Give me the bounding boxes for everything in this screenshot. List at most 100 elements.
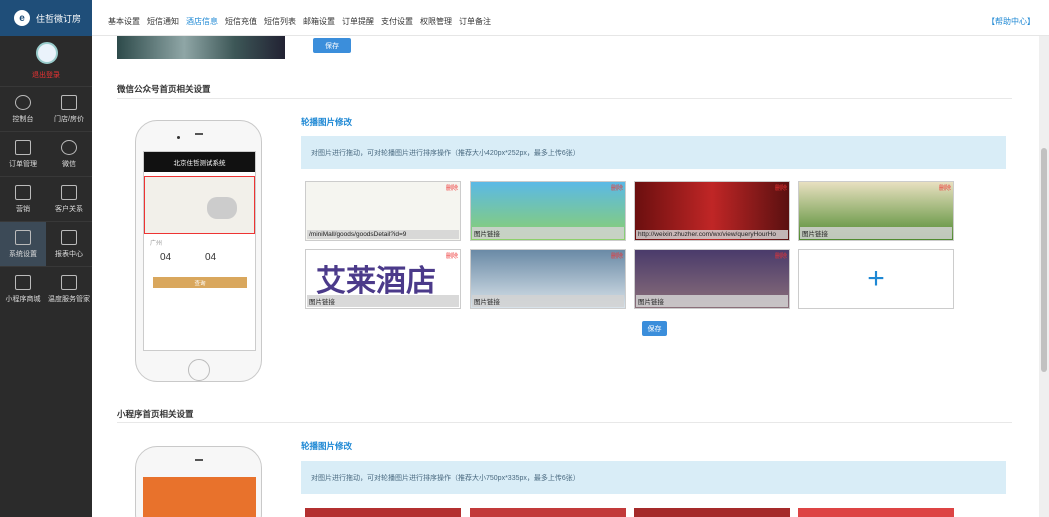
- mini-tile[interactable]: [634, 508, 790, 517]
- user-panel: 退出登录: [0, 36, 92, 86]
- save-button-top[interactable]: 保存: [313, 38, 351, 53]
- sidebar-item-settings[interactable]: 系统设置: [0, 221, 46, 266]
- tab-payment[interactable]: 支付设置: [381, 16, 413, 27]
- delete-link[interactable]: 删除: [446, 183, 458, 192]
- tab-order-notes[interactable]: 订单备注: [459, 16, 491, 27]
- delete-link[interactable]: 删除: [939, 183, 951, 192]
- section-title-wechat: 微信公众号首页相关设置: [117, 84, 211, 94]
- phone-search-button: 查询: [153, 277, 247, 288]
- delete-link[interactable]: 删除: [775, 183, 787, 192]
- sidebar-item-reports[interactable]: 报表中心: [46, 221, 92, 266]
- carousel-tile[interactable]: 删除图片链接: [470, 249, 626, 309]
- sidebar-item-label: 订单管理: [9, 160, 37, 168]
- tile-link-label: 图片链接: [472, 227, 624, 239]
- sidebar-item-marketing[interactable]: 营销: [0, 176, 46, 221]
- carousel-tile[interactable]: 删除图片链接: [634, 249, 790, 309]
- carousel-note-mini: 对图片进行拖动，可对轮播图片进行排序操作（推荐大小750px*335px，最多上…: [301, 461, 1006, 494]
- section-title-miniapp: 小程序首页相关设置: [117, 409, 194, 419]
- sidebar-item-dashboard[interactable]: 控制台: [0, 86, 46, 131]
- mini-tile[interactable]: [798, 508, 954, 517]
- sidebar-item-label: 控制台: [12, 115, 34, 123]
- tab-sms-recharge[interactable]: 短信充值: [225, 16, 257, 27]
- sidebar-item-label: 客户关系: [55, 205, 83, 213]
- tile-link-label: 图片链接: [472, 295, 624, 307]
- divider: [117, 422, 1012, 423]
- hotel-image: [117, 36, 285, 59]
- plus-icon: +: [867, 262, 885, 295]
- phone-header: 北京住哲测试系统: [144, 152, 255, 172]
- carousel-edit-link[interactable]: 轮播图片修改: [301, 116, 352, 128]
- carousel-edit-link-mini[interactable]: 轮播图片修改: [301, 440, 352, 452]
- tab-hotel-info[interactable]: 酒店信息: [186, 16, 218, 27]
- top-nav: 基本设置 短信通知 酒店信息 短信充值 短信列表 邮箱设置 订单提醒 支付设置 …: [92, 0, 1049, 36]
- mini-tile[interactable]: [470, 508, 626, 517]
- carousel-tile[interactable]: 艾莱酒店 删除图片链接: [305, 249, 461, 309]
- sidebar: e 住哲微订房 退出登录 控制台 门店/房价 订单管理 微信 营销 客户关系 系统…: [0, 0, 92, 517]
- sliders-icon: [15, 229, 31, 245]
- tile-link-label: 图片链接: [800, 227, 952, 239]
- divider: [117, 98, 1012, 99]
- sidebar-item-label: 报表中心: [55, 250, 83, 258]
- logo-icon: e: [14, 10, 30, 26]
- sidebar-item-label: 系统设置: [9, 250, 37, 258]
- tile-text: 艾莱酒店: [316, 264, 436, 299]
- sidebar-item-wechat[interactable]: 微信: [46, 131, 92, 176]
- brand-name: 住哲微订房: [36, 13, 82, 24]
- help-center-link[interactable]: 【帮助中心】: [987, 16, 1035, 27]
- sidebar-item-label: 门店/房价: [54, 115, 84, 123]
- sidebar-item-crm[interactable]: 客户关系: [46, 176, 92, 221]
- wechat-icon: [61, 139, 77, 155]
- tab-permissions[interactable]: 权限管理: [420, 16, 452, 27]
- sun-icon: [15, 94, 31, 110]
- add-image-button[interactable]: +: [798, 249, 954, 309]
- tile-link-label: 图片链接: [307, 295, 459, 307]
- phone-checkout-date: 04: [205, 252, 217, 263]
- tile-link-label: /miniMall/goods/goodsDetail?id=9: [307, 230, 459, 239]
- carousel-tile[interactable]: 删除图片链接: [798, 181, 954, 241]
- sidebar-item-service[interactable]: 温度服务管家: [46, 266, 92, 311]
- save-button-carousel[interactable]: 保存: [642, 321, 667, 336]
- sidebar-item-miniapp[interactable]: 小程序商城: [0, 266, 46, 311]
- tab-basic[interactable]: 基本设置: [108, 16, 140, 27]
- document-icon: [15, 139, 31, 155]
- tile-link-label: http://weixin.zhuzher.com/wx/view/queryH…: [636, 230, 788, 239]
- handshake-icon: [61, 184, 77, 200]
- tab-sms-notify[interactable]: 短信通知: [147, 16, 179, 27]
- tab-email[interactable]: 邮箱设置: [303, 16, 335, 27]
- delete-link[interactable]: 删除: [611, 183, 623, 192]
- sidebar-item-label: 温度服务管家: [48, 295, 90, 303]
- logout-link[interactable]: 退出登录: [0, 70, 92, 80]
- tab-sms-list[interactable]: 短信列表: [264, 16, 296, 27]
- sidebar-item-store[interactable]: 门店/房价: [46, 86, 92, 131]
- tile-link-label: 图片链接: [636, 295, 788, 307]
- avatar: [36, 42, 58, 64]
- scrollbar[interactable]: [1039, 36, 1049, 517]
- sidebar-item-label: 营销: [16, 205, 30, 213]
- ticket-icon: [15, 184, 31, 200]
- handshake-icon: [61, 274, 77, 290]
- phone-preview: 北京住哲测试系统 广州 04 04 查询: [135, 120, 262, 382]
- phone-preview-mini: [135, 446, 262, 517]
- phone-home-button: [188, 359, 210, 381]
- scrollbar-thumb[interactable]: [1041, 148, 1047, 372]
- carousel-tile[interactable]: 删除/miniMall/goods/goodsDetail?id=9: [305, 181, 461, 241]
- phone-banner: [144, 176, 255, 234]
- sidebar-item-orders[interactable]: 订单管理: [0, 131, 46, 176]
- carousel-tile[interactable]: 删除 http://weixin.zhuzher.com/wx/view/quer…: [634, 181, 790, 241]
- phone-checkin-date: 04: [160, 252, 172, 263]
- sidebar-item-label: 小程序商城: [5, 295, 41, 303]
- chart-icon: [61, 229, 77, 245]
- main-content: 保存 微信公众号首页相关设置 北京住哲测试系统 广州 04 04 查询 轮播图片…: [92, 36, 1049, 517]
- tab-order-reminder[interactable]: 订单提醒: [342, 16, 374, 27]
- phone-place: 广州: [150, 241, 163, 247]
- brand-logo[interactable]: e 住哲微订房: [0, 0, 92, 36]
- delete-link[interactable]: 删除: [446, 251, 458, 260]
- document-icon: [15, 274, 31, 290]
- delete-link[interactable]: 删除: [611, 251, 623, 260]
- delete-link[interactable]: 删除: [775, 251, 787, 260]
- sidebar-item-label: 微信: [62, 160, 76, 168]
- building-icon: [61, 94, 77, 110]
- carousel-tile[interactable]: 删除图片链接: [470, 181, 626, 241]
- carousel-note: 对图片进行拖动，可对轮播图片进行排序操作（推荐大小420px*252px，最多上…: [301, 136, 1006, 169]
- mini-tile[interactable]: [305, 508, 461, 517]
